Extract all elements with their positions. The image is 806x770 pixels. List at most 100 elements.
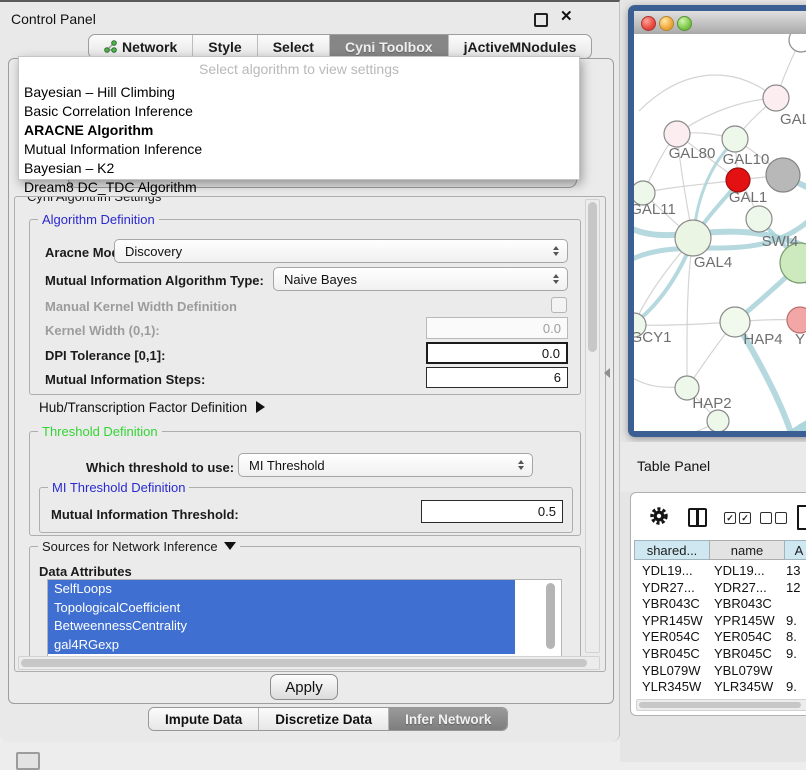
settings-vscroll-thumb[interactable]: [588, 202, 597, 352]
algorithm-option[interactable]: Mutual Information Inference: [19, 140, 579, 159]
data-attributes-list[interactable]: SelfLoopsTopologicalCoefficientBetweenne…: [47, 579, 562, 657]
select-all-check-icon[interactable]: [724, 512, 736, 524]
table-row[interactable]: YPR145WYPR145W9.: [632, 612, 806, 629]
network-edge[interactable]: [687, 238, 693, 388]
table-cell: YLR345W: [642, 679, 701, 694]
select-all-check-icon[interactable]: [739, 512, 751, 524]
node-label: GAL4: [694, 254, 732, 271]
apply-button[interactable]: Apply: [270, 674, 338, 700]
table-cell: 9.: [786, 679, 797, 694]
table-cell: YDL19...: [642, 563, 693, 578]
network-node[interactable]: [766, 158, 800, 192]
network-node[interactable]: [707, 410, 729, 431]
tab-cyni-toolbox[interactable]: Cyni Toolbox: [329, 35, 448, 58]
network-node-y[interactable]: [787, 307, 806, 333]
algorithm-option[interactable]: Bayesian – K2: [19, 159, 579, 178]
table-row[interactable]: YBR045CYBR045C9.: [632, 645, 806, 662]
hub-definition-expander[interactable]: Hub/Transcription Factor Definition: [39, 400, 265, 415]
tab-label: Cyni Toolbox: [345, 39, 433, 55]
mi-threshold-field[interactable]: 0.5: [421, 500, 563, 523]
network-node[interactable]: [789, 34, 806, 52]
network-graph[interactable]: GALGAL80GAL10GAL1GAL11SWI4GAL4GCY1HAP4YH…: [634, 34, 806, 431]
bottom-tab-impute-data[interactable]: Impute Data: [149, 708, 258, 730]
table-panel-title: Table Panel: [637, 458, 710, 474]
network-edge[interactable]: [639, 75, 776, 111]
aracne-mode-combo[interactable]: Discovery: [114, 239, 568, 263]
table-row[interactable]: YLR345WYLR345W9.: [632, 678, 806, 695]
table-cell: YBR045C: [642, 646, 700, 661]
network-node-gal4[interactable]: [675, 220, 711, 256]
mi-threshold-group-title: MI Threshold Definition: [48, 480, 189, 495]
table-row[interactable]: YBR043CYBR043C: [632, 595, 806, 612]
minimize-traffic-light-icon[interactable]: [659, 16, 674, 31]
show-columns-icon[interactable]: [688, 508, 707, 527]
table-row[interactable]: YER054CYER054C8.: [632, 628, 806, 645]
close-traffic-light-icon[interactable]: [641, 16, 656, 31]
table-cell: YER054C: [642, 629, 700, 644]
network-edge[interactable]: [639, 421, 718, 431]
table-row[interactable]: YBL079WYBL079W: [632, 662, 806, 679]
node-label: GAL10: [723, 151, 770, 168]
deselect-all-icon[interactable]: [760, 512, 772, 524]
network-node-gal[interactable]: [763, 85, 789, 111]
algorithm-option[interactable]: Basic Correlation Inference: [19, 102, 579, 121]
table-row[interactable]: YDL19...YDL19...13: [632, 562, 806, 579]
bottom-tab-discretize-data[interactable]: Discretize Data: [258, 708, 388, 730]
node-label: SWI4: [762, 233, 799, 250]
column-header-shared-name[interactable]: shared...: [634, 540, 710, 560]
table-row[interactable]: YDR27...YDR27...12: [632, 579, 806, 596]
settings-vertical-scrollbar[interactable]: [585, 199, 600, 653]
network-edge[interactable]: [643, 180, 738, 193]
sources-group-title[interactable]: Sources for Network Inference: [38, 539, 240, 554]
node-label: GCY1: [634, 329, 671, 346]
mi-steps-field[interactable]: 6: [426, 367, 568, 388]
bottom-tab-infer-network[interactable]: Infer Network: [388, 708, 507, 730]
network-canvas[interactable]: GALGAL80GAL10GAL1GAL11SWI4GAL4GCY1HAP4YH…: [634, 34, 806, 431]
attribute-item[interactable]: BetweennessCentrality: [48, 617, 515, 636]
cyni-algorithm-settings-group: Cyni Algorithm Settings Algorithm Defini…: [14, 196, 606, 672]
deselect-all-icon[interactable]: [775, 512, 787, 524]
table-cell: YPR145W: [642, 613, 703, 628]
mi-type-combo[interactable]: Naive Bayes: [273, 267, 568, 291]
algorithm-option[interactable]: Dream8 DC_TDC Algorithm: [19, 178, 579, 197]
kernel-width-field[interactable]: 0.0: [426, 317, 568, 339]
tab-select[interactable]: Select: [257, 35, 329, 58]
tab-style[interactable]: Style: [192, 35, 256, 58]
table-horizontal-scrollbar[interactable]: [636, 699, 806, 711]
column-header-name[interactable]: name: [709, 540, 785, 560]
attribute-item[interactable]: TopologicalCoefficient: [48, 599, 515, 618]
dpi-tolerance-label: DPI Tolerance [0,1]:: [45, 348, 165, 363]
column-header-partial[interactable]: A: [784, 540, 806, 560]
algorithm-option[interactable]: ARACNE Algorithm: [19, 121, 579, 140]
float-window-icon[interactable]: [534, 13, 548, 27]
node-label: GAL80: [669, 145, 716, 162]
split-pane-handle-icon[interactable]: [604, 368, 610, 378]
minimized-window-icon[interactable]: [16, 752, 40, 770]
gear-icon[interactable]: [648, 505, 670, 527]
network-node-gal10[interactable]: [722, 126, 748, 152]
zoom-traffic-light-icon[interactable]: [677, 16, 692, 31]
algorithm-dropdown-prompt: Select algorithm to view settings: [19, 57, 579, 83]
algorithm-option[interactable]: Bayesian – Hill Climbing: [19, 83, 579, 102]
network-node-swi4[interactable]: [746, 206, 772, 232]
attribute-item[interactable]: gal4RGexp: [48, 636, 515, 655]
settings-group-title: Cyni Algorithm Settings: [23, 196, 165, 204]
network-icon: [104, 40, 117, 53]
which-threshold-combo[interactable]: MI Threshold: [238, 453, 533, 477]
table-hscroll-thumb[interactable]: [639, 702, 801, 708]
dpi-tolerance-field[interactable]: 0.0: [426, 342, 568, 364]
table-cell: YDR27...: [642, 580, 695, 595]
hub-definition-label: Hub/Transcription Factor Definition: [39, 400, 247, 415]
tab-jactivemnodules[interactable]: jActiveMNodules: [448, 35, 592, 58]
list-scrollbar-thumb[interactable]: [546, 583, 555, 649]
network-node-gal80[interactable]: [664, 121, 690, 147]
algorithm-dropdown-popup: Select algorithm to view settings Bayesi…: [18, 56, 580, 180]
export-table-icon[interactable]: [797, 505, 806, 530]
settings-hscroll-thumb[interactable]: [21, 659, 587, 667]
close-icon[interactable]: [560, 7, 573, 25]
settings-horizontal-scrollbar[interactable]: [18, 656, 600, 670]
tab-network[interactable]: Network: [89, 35, 192, 58]
attribute-item[interactable]: SelfLoops: [48, 580, 515, 599]
manual-kernel-checkbox[interactable]: [551, 297, 567, 313]
table-row[interactable]: YIL052CYIL052C9.: [632, 695, 806, 697]
